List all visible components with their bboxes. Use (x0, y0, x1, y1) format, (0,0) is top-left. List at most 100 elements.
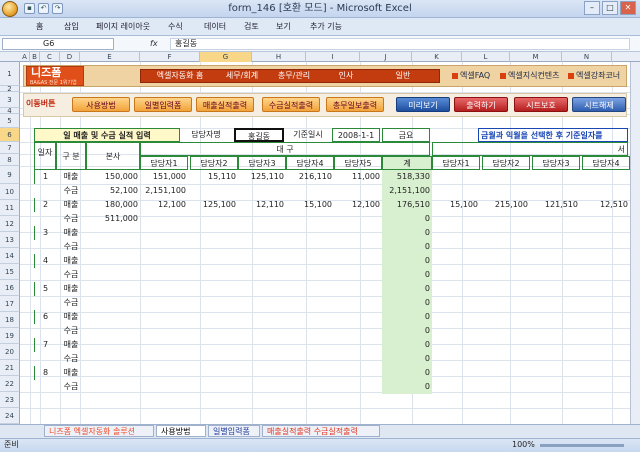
data-cell[interactable] (334, 226, 382, 240)
hq-cell[interactable] (86, 380, 140, 394)
protect-sheet-button[interactable]: 시트보호 (514, 97, 568, 112)
data-cell[interactable] (432, 268, 480, 282)
data-cell[interactable] (582, 212, 630, 226)
ribbon-tab[interactable]: 홈 (36, 18, 43, 36)
data-cell[interactable] (140, 310, 188, 324)
row-header[interactable]: 17 (0, 296, 20, 312)
column-header[interactable]: D (60, 52, 80, 62)
nav-button[interactable]: 사용방법 (72, 97, 130, 112)
data-cell[interactable]: 12,100 (140, 198, 188, 212)
name-box[interactable]: G6 (2, 38, 114, 50)
row-header[interactable]: 12 (0, 216, 20, 232)
column-header[interactable]: C (40, 52, 60, 62)
zoom-slider[interactable] (540, 444, 624, 447)
column-header[interactable]: B (30, 52, 40, 62)
row-header[interactable]: 19 (0, 328, 20, 344)
ribbon-tab[interactable]: 데이터 (204, 18, 226, 36)
hq-cell[interactable] (86, 352, 140, 366)
hq-cell[interactable]: 150,000 (86, 170, 140, 184)
hq-cell[interactable] (86, 282, 140, 296)
data-cell[interactable] (482, 282, 530, 296)
row-header[interactable]: 10 (0, 184, 20, 200)
data-cell[interactable] (532, 324, 580, 338)
top-link[interactable]: 엑셀강좌코너 (568, 70, 620, 82)
vertical-scrollbar[interactable] (630, 62, 640, 424)
row-header[interactable]: 21 (0, 360, 20, 376)
data-cell[interactable]: 12,510 (582, 198, 630, 212)
data-cell[interactable] (286, 282, 334, 296)
data-cell[interactable]: 11,000 (334, 170, 382, 184)
data-cell[interactable] (334, 254, 382, 268)
ribbon-tab[interactable]: 수식 (168, 18, 183, 36)
sheet-tab[interactable]: 매출실적출력 수금실적출력 (262, 425, 380, 437)
data-cell[interactable] (190, 254, 238, 268)
data-cell[interactable] (140, 338, 188, 352)
data-cell[interactable] (238, 380, 286, 394)
sheet-tab[interactable]: 니즈폼 엑셀자동화 솔루션 (44, 425, 154, 437)
data-cell[interactable] (532, 240, 580, 254)
fx-icon[interactable]: fx (150, 38, 166, 50)
column-header[interactable]: H (252, 52, 306, 62)
data-cell[interactable] (482, 212, 530, 226)
row-header[interactable]: 22 (0, 376, 20, 392)
data-cell[interactable] (482, 184, 530, 198)
data-cell[interactable] (582, 310, 630, 324)
data-cell[interactable] (432, 338, 480, 352)
row-header[interactable]: 24 (0, 408, 20, 424)
data-cell[interactable] (334, 366, 382, 380)
data-cell[interactable] (482, 226, 530, 240)
data-cell[interactable] (432, 324, 480, 338)
data-cell[interactable] (190, 226, 238, 240)
hq-cell[interactable] (86, 324, 140, 338)
data-cell[interactable] (190, 310, 238, 324)
data-cell[interactable] (286, 296, 334, 310)
data-cell[interactable] (190, 268, 238, 282)
data-cell[interactable] (238, 324, 286, 338)
ribbon-tab[interactable]: 추가 기능 (310, 18, 342, 36)
data-cell[interactable] (140, 366, 188, 380)
data-cell[interactable] (482, 254, 530, 268)
data-cell[interactable]: 15,100 (432, 198, 480, 212)
data-cell[interactable] (532, 296, 580, 310)
ribbon-tab[interactable]: 보기 (276, 18, 291, 36)
data-cell[interactable] (286, 268, 334, 282)
column-header[interactable]: N (562, 52, 612, 62)
data-cell[interactable] (532, 282, 580, 296)
data-cell[interactable]: 2,151,100 (140, 184, 188, 198)
nav-button[interactable]: 수금실적출력 (262, 97, 320, 112)
row-header[interactable]: 16 (0, 280, 20, 296)
row-header[interactable]: 20 (0, 344, 20, 360)
data-cell[interactable] (334, 338, 382, 352)
top-nav-item[interactable]: 엑셀자동화 홈 (142, 69, 218, 83)
data-cell[interactable] (334, 380, 382, 394)
data-cell[interactable] (482, 296, 530, 310)
column-header[interactable]: M (510, 52, 562, 62)
manager-cell[interactable]: 홍길동 (234, 128, 284, 142)
data-cell[interactable] (532, 254, 580, 268)
data-cell[interactable] (532, 212, 580, 226)
data-cell[interactable] (334, 352, 382, 366)
row-header[interactable]: 8 (0, 154, 20, 166)
hq-cell[interactable] (86, 226, 140, 240)
data-cell[interactable]: 15,100 (286, 198, 334, 212)
data-cell[interactable] (532, 184, 580, 198)
data-cell[interactable] (140, 212, 188, 226)
column-header[interactable]: G (200, 52, 252, 62)
data-cell[interactable] (286, 310, 334, 324)
data-cell[interactable] (432, 352, 480, 366)
ribbon-tab[interactable]: 페이지 레이아웃 (96, 18, 150, 36)
data-cell[interactable] (432, 226, 480, 240)
row-header[interactable]: 3 (0, 92, 20, 108)
data-cell[interactable] (432, 282, 480, 296)
close-button[interactable]: ✕ (620, 1, 636, 15)
sheet-tab[interactable]: 사용방법 (156, 425, 206, 437)
data-cell[interactable] (334, 310, 382, 324)
data-cell[interactable] (432, 212, 480, 226)
data-cell[interactable]: 15,110 (190, 170, 238, 184)
data-cell[interactable] (582, 240, 630, 254)
data-cell[interactable] (190, 212, 238, 226)
data-cell[interactable] (582, 226, 630, 240)
data-cell[interactable]: 125,100 (190, 198, 238, 212)
data-cell[interactable] (432, 184, 480, 198)
data-cell[interactable] (190, 296, 238, 310)
